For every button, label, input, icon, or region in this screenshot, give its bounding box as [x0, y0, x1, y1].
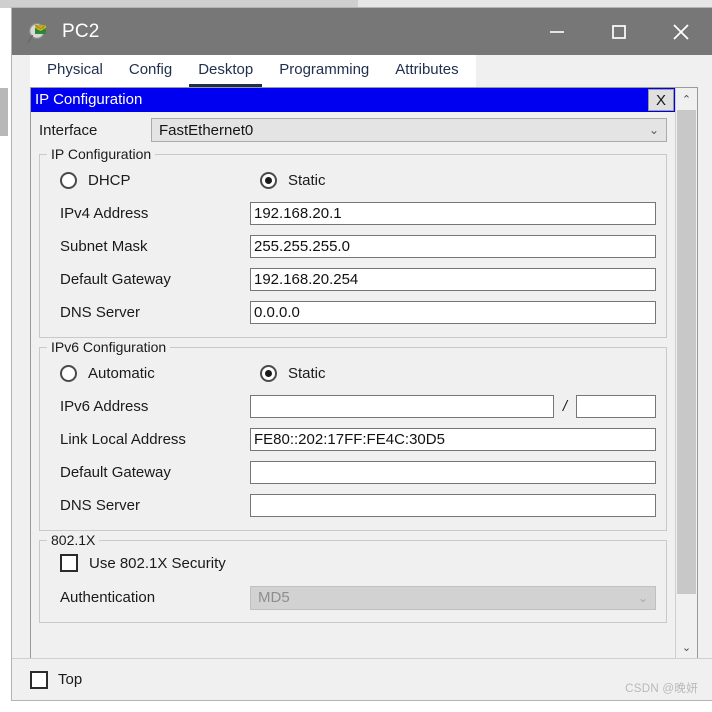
- ipv6-automatic-label: Automatic: [88, 364, 155, 382]
- subnet-mask-label: Subnet Mask: [60, 238, 148, 255]
- ipv4-dhcp-radio[interactable]: [60, 171, 77, 189]
- subnet-mask-row: Subnet Mask 255.255.255.0: [50, 230, 656, 263]
- ipv4-address-label: IPv4 Address: [60, 205, 149, 222]
- scroll-down-button[interactable]: ⌄: [676, 636, 697, 658]
- tab-bar: Physical Config Desktop Programming Attr…: [30, 55, 476, 87]
- maximize-icon: [612, 24, 626, 39]
- dialog-title: IP Configuration: [35, 91, 143, 108]
- authentication-select[interactable]: MD5 ⌄: [250, 585, 656, 610]
- ipv4-static-radio[interactable]: [260, 171, 277, 189]
- interface-label: Interface: [39, 121, 98, 139]
- dialog-body: Interface FastEthernet0 ⌄ IP Configurati…: [31, 112, 675, 658]
- ipv4-dns-row: DNS Server 0.0.0.0: [50, 296, 656, 329]
- scroll-up-button[interactable]: ⌃: [676, 88, 697, 110]
- background-left-edge: [0, 88, 8, 136]
- subnet-mask-input[interactable]: 255.255.255.0: [250, 235, 656, 258]
- ipv4-dns-label: DNS Server: [60, 304, 141, 321]
- ipv4-mode-row: DHCP Static: [50, 163, 656, 197]
- ipv6-dns-label: DNS Server: [60, 497, 141, 514]
- tab-config[interactable]: Config: [120, 60, 181, 87]
- background-strip-right: [358, 0, 712, 8]
- link-local-address-row: Link Local Address FE80::202:17FF:FE4C:3…: [50, 423, 656, 456]
- scrollbar-thumb[interactable]: [677, 110, 696, 594]
- ipv6-mode-row: Automatic Static: [50, 356, 656, 390]
- ipv6-gateway-row: Default Gateway: [50, 456, 656, 489]
- scrollbar-track[interactable]: [676, 110, 697, 636]
- authentication-value: MD5: [258, 589, 290, 606]
- ipv4-static-label: Static: [288, 171, 326, 189]
- ipv6-prefix-separator: /: [562, 398, 567, 415]
- ipv4-dns-input[interactable]: 0.0.0.0: [250, 301, 656, 324]
- use-dot1x-security-label: Use 802.1X Security: [89, 554, 226, 572]
- vertical-scrollbar[interactable]: ⌃ ⌄: [675, 88, 697, 658]
- ipv4-gateway-label: Default Gateway: [60, 271, 171, 288]
- ipv4-dhcp-option[interactable]: DHCP: [50, 171, 260, 189]
- ipv4-dhcp-label: DHCP: [88, 171, 131, 189]
- ipv6-static-label: Static: [288, 364, 326, 382]
- background-strip-left: [0, 0, 358, 8]
- ipv4-address-input[interactable]: 192.168.20.1: [250, 202, 656, 225]
- close-icon: [673, 23, 689, 40]
- top-label: Top: [58, 671, 83, 688]
- ipv4-gateway-input[interactable]: 192.168.20.254: [250, 268, 656, 291]
- ipv4-group-legend: IP Configuration: [47, 146, 156, 162]
- tab-physical[interactable]: Physical: [38, 60, 112, 87]
- dot1x-group-legend: 802.1X: [47, 532, 100, 548]
- ipv6-static-radio[interactable]: [260, 364, 277, 382]
- close-button[interactable]: [650, 8, 712, 55]
- tab-strip: Physical Config Desktop Programming Attr…: [12, 55, 712, 87]
- window-title: PC2: [62, 20, 100, 42]
- link-local-address-label: Link Local Address: [60, 431, 186, 448]
- ipv6-address-input[interactable]: [250, 395, 554, 418]
- chevron-down-icon: ⌄: [637, 590, 648, 605]
- ipv4-gateway-row: Default Gateway 192.168.20.254: [50, 263, 656, 296]
- chevron-down-icon: ⌄: [648, 123, 659, 137]
- ipv6-group-legend: IPv6 Configuration: [47, 339, 171, 355]
- use-dot1x-security-checkbox[interactable]: [60, 554, 78, 572]
- tab-attributes[interactable]: Attributes: [386, 60, 467, 87]
- pc2-window: PC2 Physical Config Desktop Programming …: [12, 8, 712, 700]
- ipv6-static-option[interactable]: Static: [260, 364, 326, 382]
- window-title-bar[interactable]: PC2: [12, 8, 712, 55]
- ipv6-automatic-radio[interactable]: [60, 364, 77, 382]
- window-controls: [526, 8, 712, 55]
- packet-tracer-pc-icon: [27, 19, 53, 45]
- dialog-title-bar[interactable]: IP Configuration X: [31, 88, 675, 112]
- authentication-label: Authentication: [60, 589, 156, 606]
- ipv6-dns-input[interactable]: [250, 494, 656, 517]
- ipv4-configuration-group: IP Configuration DHCP Static IPv4 Addres…: [39, 146, 667, 338]
- ipv6-gateway-label: Default Gateway: [60, 464, 171, 481]
- ipv4-static-option[interactable]: Static: [260, 171, 326, 189]
- interface-row: Interface FastEthernet0 ⌄: [39, 115, 667, 145]
- ipv6-gateway-input[interactable]: [250, 461, 656, 484]
- interface-select[interactable]: FastEthernet0 ⌄: [151, 118, 667, 142]
- minimize-button[interactable]: [526, 8, 588, 55]
- maximize-button[interactable]: [588, 8, 650, 55]
- window-bottom-bar: Top CSDN @晚妍: [12, 658, 712, 700]
- ipv6-dns-row: DNS Server: [50, 489, 656, 522]
- link-local-address-input[interactable]: FE80::202:17FF:FE4C:30D5: [250, 428, 656, 451]
- ipv6-prefix-input[interactable]: [576, 395, 656, 418]
- authentication-row: Authentication MD5 ⌄: [50, 581, 656, 614]
- dot1x-group: 802.1X Use 802.1X Security Authenticatio…: [39, 532, 667, 623]
- minimize-icon: [550, 30, 564, 33]
- tab-programming[interactable]: Programming: [270, 60, 378, 87]
- ip-configuration-dialog: IP Configuration X Interface FastEtherne…: [31, 88, 675, 658]
- ipv6-configuration-group: IPv6 Configuration Automatic Static IPv6…: [39, 339, 667, 531]
- dialog-close-button[interactable]: X: [648, 89, 674, 111]
- top-checkbox[interactable]: [30, 670, 48, 689]
- tab-desktop[interactable]: Desktop: [189, 60, 263, 87]
- interface-value: FastEthernet0: [159, 121, 254, 139]
- desktop-content-frame: IP Configuration X Interface FastEtherne…: [30, 87, 698, 658]
- ipv6-automatic-option[interactable]: Automatic: [50, 364, 260, 382]
- ipv4-address-row: IPv4 Address 192.168.20.1: [50, 197, 656, 230]
- ipv6-address-label: IPv6 Address: [60, 398, 149, 415]
- use-dot1x-security-row[interactable]: Use 802.1X Security: [50, 545, 656, 581]
- ipv6-address-row: IPv6 Address /: [50, 390, 656, 423]
- watermark: CSDN @晚妍: [625, 683, 698, 695]
